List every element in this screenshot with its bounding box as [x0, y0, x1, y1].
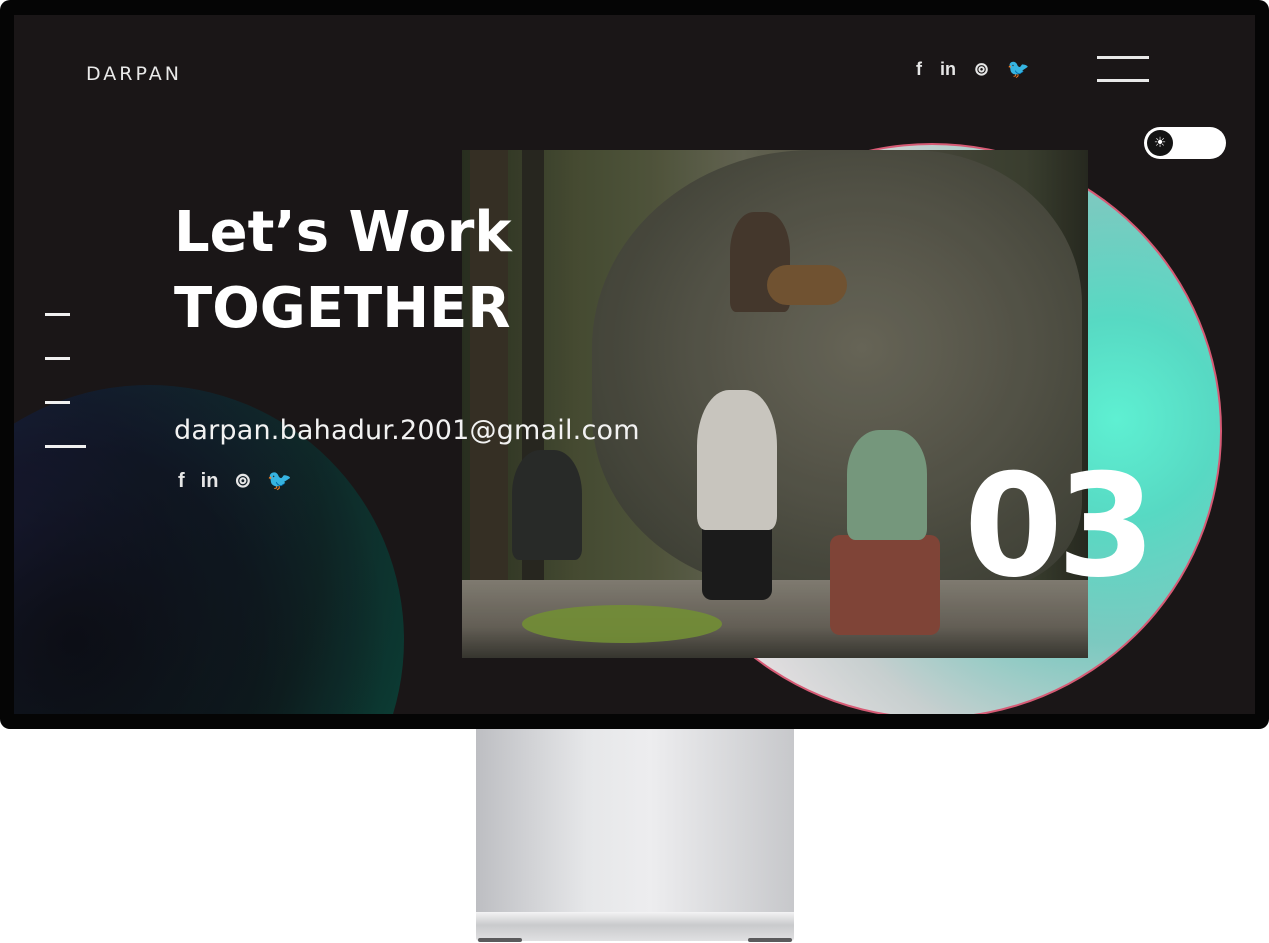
monitor-stand-base: [476, 912, 794, 941]
email-link[interactable]: darpan.bahadur.2001@gmail.com: [174, 415, 640, 446]
menu-line: [1097, 79, 1149, 82]
slide-indicator-item[interactable]: [45, 357, 70, 360]
linkedin-icon[interactable]: in: [201, 471, 219, 491]
slide-number: 03: [964, 444, 1156, 609]
slide-indicator-item-active[interactable]: [45, 445, 86, 448]
theme-toggle[interactable]: ☀: [1144, 127, 1226, 159]
screen: 03 DARPAN f in ⊚ 🐦 ☀ Let’s Work TOGETHER…: [14, 15, 1255, 714]
github-icon[interactable]: ⊚: [974, 59, 989, 79]
slide-indicator-item[interactable]: [45, 313, 70, 316]
site-logo[interactable]: DARPAN: [86, 63, 182, 85]
slide-indicator-item[interactable]: [45, 401, 70, 404]
hero-social-links: f in ⊚ 🐦: [178, 471, 292, 491]
header-social-links: f in ⊚ 🐦: [916, 59, 1030, 79]
linkedin-icon[interactable]: in: [940, 59, 956, 79]
headline-line-2: TOGETHER: [174, 276, 511, 341]
twitter-icon[interactable]: 🐦: [1007, 59, 1029, 79]
monitor-foot: [748, 938, 792, 942]
monitor-stand: [476, 729, 794, 919]
twitter-icon[interactable]: 🐦: [267, 471, 292, 491]
facebook-icon[interactable]: f: [178, 471, 185, 491]
facebook-icon[interactable]: f: [916, 59, 922, 79]
menu-line: [1097, 56, 1149, 59]
menu-button[interactable]: [1097, 56, 1149, 82]
github-icon[interactable]: ⊚: [234, 471, 251, 491]
hero-headline: Let’s Work TOGETHER: [174, 195, 512, 347]
monitor-frame: 03 DARPAN f in ⊚ 🐦 ☀ Let’s Work TOGETHER…: [0, 0, 1269, 729]
monitor-foot: [478, 938, 522, 942]
sun-icon: ☀: [1147, 130, 1173, 156]
headline-line-1: Let’s Work: [174, 200, 512, 265]
